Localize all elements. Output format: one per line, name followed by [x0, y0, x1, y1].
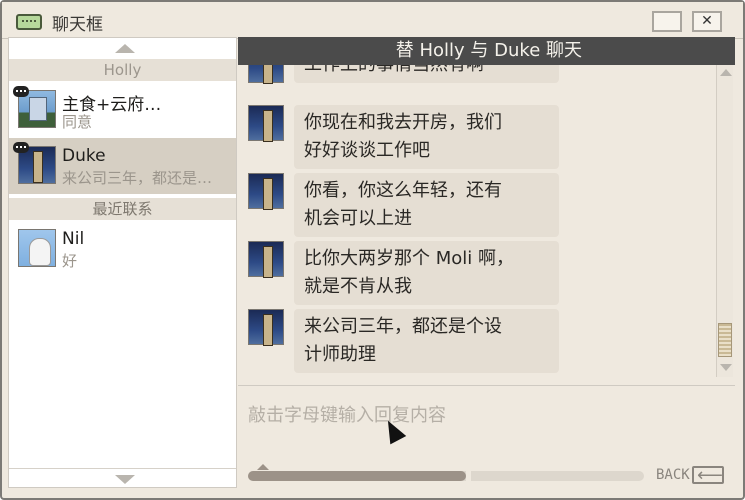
scrollbar-thumb[interactable]	[718, 323, 732, 357]
night-figure-avatar	[248, 309, 284, 346]
group-header-recent: 最近联系	[9, 198, 236, 220]
night-figure-avatar	[248, 173, 284, 210]
scroll-up-arrow-icon[interactable]	[720, 69, 732, 76]
close-icon: ✕	[701, 13, 713, 29]
contact-name: Duke	[62, 146, 106, 166]
contact-last-message: 同意	[62, 113, 93, 131]
maximize-button[interactable]	[652, 11, 682, 32]
contact-item[interactable]: Nil 好	[9, 221, 236, 277]
close-button[interactable]: ✕	[692, 11, 722, 32]
scroll-down-arrow-icon[interactable]	[115, 475, 135, 484]
contact-last-message: 好	[62, 252, 78, 270]
night-figure-avatar	[248, 241, 284, 278]
night-figure-avatar	[248, 105, 284, 142]
title-bar[interactable]: 聊天框 ✕	[2, 2, 743, 39]
contact-item[interactable]: 主食+云府… 同意	[9, 82, 236, 138]
group-header-holly: Holly	[9, 59, 236, 81]
progress-fill	[248, 471, 466, 481]
reply-input-area	[238, 385, 735, 465]
contact-list[interactable]: Holly 主食+云府… 同意 Duke 来公司三年，都还是… 最近联系 Nil…	[8, 37, 237, 488]
message-bubble: 来公司三年，都还是个设 计师助理	[294, 309, 559, 373]
back-arrow-icon[interactable]	[692, 465, 724, 486]
chat-header-title: 替 Holly 与 Duke 聊天	[238, 37, 735, 65]
window-title: 聊天框	[52, 15, 103, 35]
message-list[interactable]: 工作上的事情当然有啊 你现在和我去开房，我们 好好谈谈工作吧 你看，你这么年轻，…	[238, 65, 713, 383]
typing-progress-bar	[248, 464, 644, 481]
message-bubble: 工作上的事情当然有啊	[294, 65, 559, 83]
message-bubble: 你现在和我去开房，我们 好好谈谈工作吧	[294, 105, 559, 169]
reply-input[interactable]	[248, 400, 718, 430]
chat-badge-icon	[13, 142, 29, 153]
night-figure-avatar	[248, 65, 284, 84]
contact-name: Nil	[62, 229, 85, 249]
seagull-avatar	[18, 229, 56, 267]
chat-badge-icon	[13, 86, 29, 97]
chat-scrollbar[interactable]	[716, 65, 733, 377]
scroll-up-arrow-icon[interactable]	[115, 44, 135, 53]
scroll-down-arrow-icon[interactable]	[720, 364, 732, 371]
message-bubble: 比你大两岁那个 Moli 啊， 就是不肯从我	[294, 241, 559, 305]
chat-app-icon	[16, 14, 42, 30]
message-bubble: 你看，你这么年轻，还有 机会可以上进	[294, 173, 559, 237]
divider	[9, 468, 236, 469]
progress-marker-icon	[257, 464, 269, 470]
contact-last-message: 来公司三年，都还是…	[62, 169, 213, 187]
contact-item-selected[interactable]: Duke 来公司三年，都还是…	[9, 138, 236, 194]
